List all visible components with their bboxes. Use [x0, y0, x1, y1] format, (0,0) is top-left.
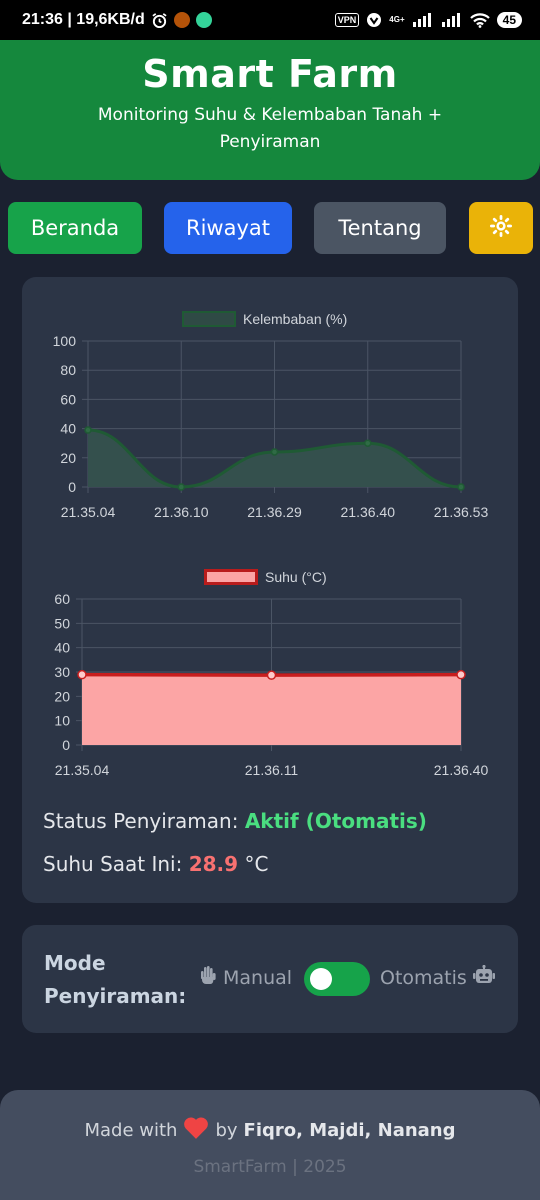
watering-status: Status Penyiraman: Aktif (Otomatis) — [43, 809, 427, 833]
x-tick-label: 21.36.40 — [341, 504, 396, 520]
footer-copyright: SmartFarm | 2025 — [193, 1157, 347, 1177]
current-temp-value: 28.9 — [188, 852, 239, 876]
y-tick-label: 40 — [54, 640, 70, 656]
footer: Made with by Fiqro, Majdi, Nanang SmartF… — [0, 1090, 540, 1200]
y-tick-label: 20 — [54, 688, 70, 704]
y-tick-label: 20 — [60, 450, 76, 466]
page-title: Smart Farm — [142, 52, 398, 96]
y-tick-label: 50 — [54, 615, 70, 631]
status-bar: 21:36 | 19,6KB/d VPN 4G+ 45 — [0, 0, 540, 40]
data-point — [457, 483, 465, 491]
data-point — [177, 483, 185, 491]
x-tick-label: 21.36.11 — [245, 762, 299, 777]
hand-icon — [199, 965, 217, 990]
series-area — [82, 674, 461, 745]
signal-icon — [412, 13, 434, 27]
y-tick-label: 60 — [54, 591, 70, 607]
footer-authors: Fiqro, Majdi, Nanang — [243, 1120, 456, 1141]
current-temp-unit: °C — [244, 852, 269, 876]
mode-auto-text: Otomatis — [380, 966, 467, 989]
mode-manual-label: Manual — [199, 965, 292, 990]
mode-title-line1: Mode — [44, 951, 106, 975]
nav-home-button[interactable]: Beranda — [8, 202, 142, 254]
toggle-knob — [310, 968, 332, 990]
data-point — [84, 426, 92, 434]
watering-mode-card: Mode Penyiraman: Manual Otomatis — [22, 925, 518, 1033]
status-time-speed: 21:36 | 19,6KB/d — [22, 11, 145, 28]
temperature-chart: 60 50 40 30 20 10 0 21.35.04 21.36.11 21.36.40 — [54, 591, 489, 777]
watering-status-label: Status Penyiraman: — [43, 809, 239, 833]
y-tick-label: 100 — [53, 333, 77, 349]
x-tick-label: 21.35.04 — [61, 504, 116, 520]
monitoring-card: Kelembaban (%) 100 80 60 40 20 0 21.35.04 21.36… — [22, 277, 518, 903]
y-tick-label: 40 — [60, 421, 76, 437]
wifi-icon — [469, 12, 490, 28]
data-point — [364, 439, 372, 447]
network-type: 4G+ — [389, 15, 405, 24]
page-subtitle: Monitoring Suhu & Kelembaban Tanah + Pen… — [97, 105, 443, 152]
vpn-check-icon — [366, 12, 382, 28]
x-tick-label: 21.36.29 — [247, 504, 302, 520]
y-tick-label: 0 — [68, 479, 76, 495]
nav-about-button[interactable]: Tentang — [314, 202, 446, 254]
app-header: Smart Farm Monitoring Suhu & Kelembaban … — [0, 40, 540, 180]
data-point — [266, 670, 277, 680]
mode-title-line2: Penyiraman: — [44, 984, 187, 1008]
humidity-legend-label: Kelembaban (%) — [243, 311, 348, 327]
mode-auto-label: Otomatis — [380, 964, 495, 990]
watering-status-value: Aktif (Otomatis) — [244, 809, 427, 833]
app-notification-icon — [173, 12, 190, 28]
x-tick-label: 21.36.10 — [154, 504, 209, 520]
footer-credit: Made with by Fiqro, Majdi, Nanang — [0, 1116, 540, 1145]
current-temp: Suhu Saat Ini: 28.9 °C — [43, 852, 268, 876]
heart-icon — [183, 1116, 209, 1145]
humidity-legend-swatch — [182, 311, 236, 327]
x-tick-label: 21.36.53 — [434, 504, 489, 520]
data-point — [456, 669, 466, 680]
vpn-indicator: VPN — [334, 13, 360, 27]
y-tick-label: 10 — [54, 713, 70, 729]
signal-icon-2 — [441, 13, 463, 27]
y-tick-label: 30 — [54, 664, 70, 680]
x-tick-label: 21.36.40 — [434, 762, 489, 777]
app-notification-icon-2 — [195, 12, 212, 28]
current-temp-label: Suhu Saat Ini: — [43, 852, 183, 876]
alarm-icon — [151, 12, 168, 29]
y-tick-label: 80 — [60, 362, 76, 378]
x-tick-label: 21.35.04 — [55, 762, 110, 777]
nav-history-button[interactable]: Riwayat — [164, 202, 292, 254]
battery-level: 45 — [496, 12, 522, 28]
data-point — [270, 448, 279, 456]
data-point — [77, 669, 87, 680]
y-tick-label: 60 — [60, 391, 76, 407]
y-tick-label: 0 — [62, 737, 70, 753]
sun-icon — [490, 214, 512, 242]
watering-mode-toggle[interactable] — [304, 962, 370, 996]
theme-toggle-button[interactable] — [469, 202, 533, 254]
footer-by: by — [215, 1120, 238, 1141]
footer-made-with: Made with — [84, 1120, 178, 1141]
mode-title: Mode Penyiraman: — [44, 947, 186, 1013]
humidity-legend: Kelembaban (%) — [182, 311, 347, 327]
mode-manual-text: Manual — [223, 966, 293, 989]
robot-icon — [472, 964, 495, 990]
humidity-chart: 100 80 60 40 20 0 21.35.04 21.36.10 21.36.29 21.3… — [53, 333, 489, 520]
